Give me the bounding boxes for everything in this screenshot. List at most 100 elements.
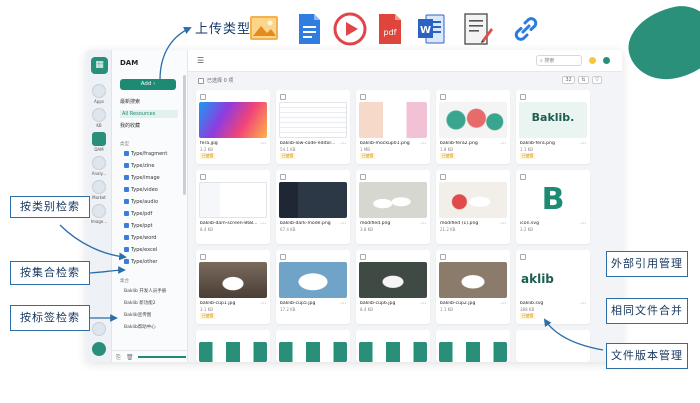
sidebar-type-item[interactable]: Type/image xyxy=(124,175,160,181)
sort-icon[interactable]: ⇅ xyxy=(578,76,589,84)
file-card[interactable]: baklib-cup6.jpg 8.4 KB ⋯ xyxy=(356,250,430,324)
sidebar-type-item[interactable]: Type/audio xyxy=(124,199,158,205)
file-card[interactable]: baklib-dark-mode.png 67.4 KB ⋯ xyxy=(276,170,350,244)
copy-icon[interactable]: ⎘ xyxy=(116,354,121,362)
more-icon[interactable]: ⋯ xyxy=(420,140,426,147)
rail-item-market[interactable]: Market xyxy=(90,180,108,200)
file-checkbox[interactable] xyxy=(520,174,526,180)
rail-item-dam[interactable]: DAM xyxy=(90,132,108,152)
select-all-bar[interactable]: 已选择 0 项 xyxy=(198,77,233,84)
more-icon[interactable]: ⋯ xyxy=(340,140,346,147)
rail-item-kb[interactable]: KB xyxy=(90,108,108,128)
sidebar-link-all-resources[interactable]: All Resources xyxy=(120,110,178,118)
video-file-icon xyxy=(333,12,367,46)
filter-icon[interactable]: ▽ xyxy=(592,76,602,84)
file-card[interactable] xyxy=(356,330,430,362)
file-checkbox[interactable] xyxy=(520,94,526,100)
file-card[interactable]: baklib-cup2.jpg 1.1 KB ⋯ xyxy=(436,250,510,324)
file-checkbox[interactable] xyxy=(280,94,286,100)
rail-item-apps[interactable]: Apps xyxy=(90,84,108,104)
rail-item-analytics[interactable]: Analy... xyxy=(90,156,108,176)
file-card[interactable] xyxy=(516,330,590,362)
trash-icon[interactable]: 🗑 xyxy=(126,354,134,361)
text-file-icon xyxy=(464,13,493,45)
file-card[interactable]: B icon.svg 3.2 KB ⋯ xyxy=(516,170,590,244)
file-card[interactable]: baklib-fera2.png 1.8 KB 已使用 ⋯ xyxy=(436,90,510,164)
sidebar-link-favorites[interactable]: 我的收藏 xyxy=(120,122,140,129)
file-thumbnail xyxy=(439,102,507,138)
more-icon[interactable]: ⋯ xyxy=(420,300,426,307)
file-thumbnail xyxy=(199,342,267,362)
callout-by-category: 按类别检索 xyxy=(10,196,90,218)
file-checkbox[interactable] xyxy=(360,254,366,260)
more-icon[interactable]: ⋯ xyxy=(420,220,426,227)
file-checkbox[interactable] xyxy=(280,174,286,180)
sidebar-collection-item[interactable]: Baklib宣传图 xyxy=(124,312,151,318)
file-card[interactable]: baklib-mockup01.png 1 MB 已使用 ⋯ xyxy=(356,90,430,164)
file-checkbox[interactable] xyxy=(440,174,446,180)
sidebar-scrollbar[interactable] xyxy=(183,75,186,195)
sidebar-collection-item[interactable]: Baklib 开发人员手册 xyxy=(124,288,166,294)
file-thumbnail xyxy=(359,102,427,138)
file-thumbnail: aklib xyxy=(519,262,587,298)
settings-button[interactable] xyxy=(90,322,108,336)
avatar[interactable] xyxy=(90,342,108,356)
menu-icon[interactable]: ☰ xyxy=(197,56,204,65)
document-file-icon xyxy=(299,14,320,44)
more-icon[interactable]: ⋯ xyxy=(260,300,266,307)
file-card[interactable] xyxy=(276,330,350,362)
more-icon[interactable]: ⋯ xyxy=(500,300,506,307)
notification-icon[interactable] xyxy=(589,57,596,64)
sidebar-type-item[interactable]: Type/ppt xyxy=(124,223,152,229)
file-checkbox[interactable] xyxy=(200,174,206,180)
sidebar-link-recent[interactable]: 最新搜索 xyxy=(120,98,140,105)
file-card[interactable] xyxy=(436,330,510,362)
main-content: ☰ ⌕ 搜索 已选择 0 项 32 ⇅ ▽ fera.jpg 3.2 KB 已使… xyxy=(188,50,622,362)
user-avatar[interactable] xyxy=(603,57,610,64)
sidebar-type-item[interactable]: Type/other xyxy=(124,259,158,265)
more-icon[interactable]: ⋯ xyxy=(500,220,506,227)
more-icon[interactable]: ⋯ xyxy=(260,140,266,147)
sidebar-type-item[interactable]: Type/word xyxy=(124,235,156,241)
file-card[interactable]: Baklib. baklib-fera.png 1.1 KB 已使用 ⋯ xyxy=(516,90,590,164)
status-badge: 已使用 xyxy=(520,313,536,319)
file-checkbox[interactable] xyxy=(360,174,366,180)
more-icon[interactable]: ⋯ xyxy=(580,300,586,307)
file-card[interactable]: modified (1).png 21.2 KB ⋯ xyxy=(436,170,510,244)
file-card[interactable]: baklib-low-code-editor... 54.1 KB 已使用 ⋯ xyxy=(276,90,350,164)
file-card[interactable]: baklib-cup5.jpg 17.2 KB ⋯ xyxy=(276,250,350,324)
file-card[interactable]: fera.jpg 3.2 KB 已使用 ⋯ xyxy=(196,90,270,164)
search-input[interactable]: ⌕ 搜索 xyxy=(536,55,582,66)
rail-item-image[interactable]: Image... xyxy=(90,204,108,224)
file-card[interactable]: baklib-dam-screen-868... 8.4 KB ⋯ xyxy=(196,170,270,244)
file-thumbnail: B xyxy=(519,182,587,218)
file-checkbox[interactable] xyxy=(360,94,366,100)
sidebar-type-item[interactable]: Type/pdf xyxy=(124,211,152,217)
sidebar-collection-item[interactable]: Baklib 新功能2 xyxy=(124,300,156,306)
sidebar-type-item[interactable]: Type/excel xyxy=(124,247,157,253)
file-checkbox[interactable] xyxy=(200,254,206,260)
top-bar: ☰ ⌕ 搜索 xyxy=(188,50,622,72)
file-checkbox[interactable] xyxy=(200,94,206,100)
more-icon[interactable]: ⋯ xyxy=(340,300,346,307)
app-logo[interactable]: ▦ xyxy=(91,57,108,74)
file-checkbox[interactable] xyxy=(440,94,446,100)
file-card[interactable] xyxy=(196,330,270,362)
file-card[interactable]: baklib-cup1.jpg 3.1 KB 已使用 ⋯ xyxy=(196,250,270,324)
more-icon[interactable]: ⋯ xyxy=(580,220,586,227)
more-icon[interactable]: ⋯ xyxy=(340,220,346,227)
more-icon[interactable]: ⋯ xyxy=(580,140,586,147)
file-card[interactable]: aklib baklib.svg 388 KB 已使用 ⋯ xyxy=(516,250,590,324)
sidebar-type-item[interactable]: Type/video xyxy=(124,187,158,193)
file-checkbox[interactable] xyxy=(280,254,286,260)
file-checkbox[interactable] xyxy=(520,254,526,260)
file-checkbox[interactable] xyxy=(440,254,446,260)
select-all-checkbox[interactable] xyxy=(198,77,204,84)
more-icon[interactable]: ⋯ xyxy=(500,140,506,147)
sidebar-type-item[interactable]: Type/fragment xyxy=(124,151,167,157)
add-button[interactable]: Add › xyxy=(120,79,176,90)
file-card[interactable]: modified.png 3.8 KB ⋯ xyxy=(356,170,430,244)
sidebar-collection-item[interactable]: Baklib帮助中心 xyxy=(124,324,156,330)
more-icon[interactable]: ⋯ xyxy=(260,220,266,227)
sidebar-type-item[interactable]: Type/zine xyxy=(124,163,154,169)
